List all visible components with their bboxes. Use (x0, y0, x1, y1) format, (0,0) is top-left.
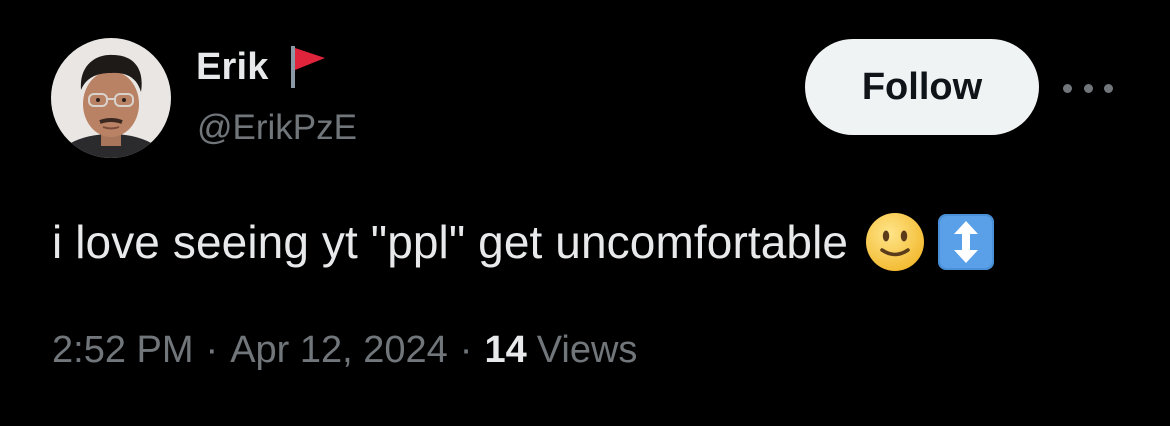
more-dot (1063, 83, 1072, 93)
tweet-card: Erik @ErikPzE Follow i love seeing yt "p… (0, 0, 1170, 426)
more-dot (1104, 83, 1113, 93)
views-label[interactable]: Views (537, 329, 638, 372)
slightly-smiling-face-icon (864, 211, 926, 273)
red-flag-icon (287, 44, 329, 90)
up-down-arrow-icon (936, 212, 996, 272)
meta-separator: · (459, 328, 473, 371)
author-handle[interactable]: @ErikPzE (197, 108, 357, 148)
follow-button[interactable]: Follow (805, 39, 1039, 135)
tweet-time[interactable]: 2:52 PM (52, 329, 194, 372)
tweet-meta: 2:52 PM · Apr 12, 2024 · 14 Views (52, 325, 637, 375)
more-dot (1083, 83, 1093, 93)
avatar[interactable] (51, 38, 171, 158)
tweet-text: i love seeing yt "ppl" get uncomfortable (52, 216, 849, 268)
more-horizontal-icon[interactable] (1063, 78, 1113, 98)
author-name-row: Erik (196, 44, 329, 90)
display-name[interactable]: Erik (196, 46, 269, 89)
tweet-body: i love seeing yt "ppl" get uncomfortable (52, 212, 996, 272)
tweet-date[interactable]: Apr 12, 2024 (230, 329, 448, 372)
meta-separator: · (205, 328, 219, 371)
avatar-image (51, 38, 171, 158)
views-count[interactable]: 14 (484, 329, 526, 372)
